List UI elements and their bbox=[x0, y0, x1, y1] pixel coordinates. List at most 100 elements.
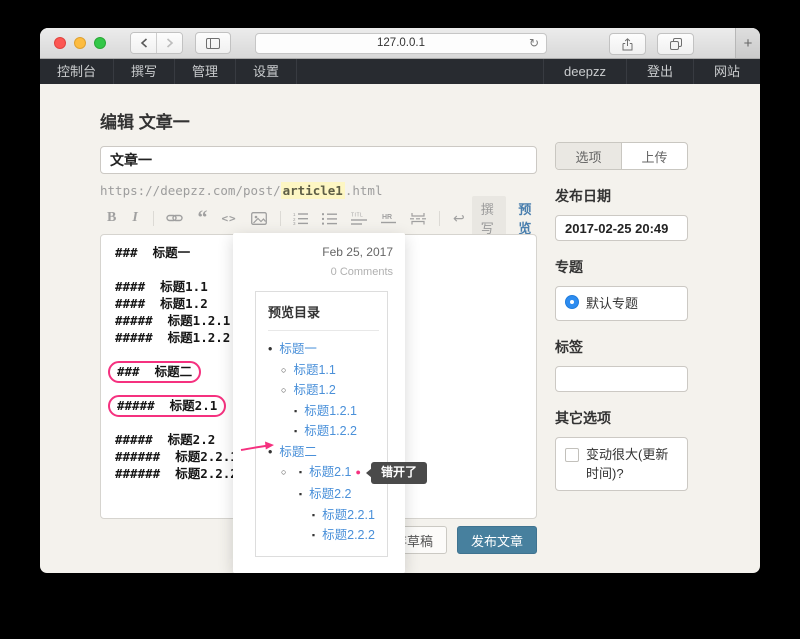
post-title-input[interactable] bbox=[100, 146, 537, 174]
tags-input[interactable] bbox=[555, 366, 688, 392]
heading-icon[interactable]: TITL bbox=[351, 212, 367, 225]
page-content: 编辑 文章一 https://deepzz.com/post/article1.… bbox=[40, 84, 760, 573]
nav-item-logout[interactable]: 登出 bbox=[626, 59, 693, 84]
unordered-list-icon[interactable] bbox=[322, 212, 337, 225]
toc-link-1-2[interactable]: 标题1.2 bbox=[293, 383, 335, 397]
back-button[interactable] bbox=[131, 33, 156, 53]
tab-upload[interactable]: 上传 bbox=[622, 143, 687, 169]
annotation-dot: ● bbox=[356, 467, 361, 477]
tab-options[interactable]: 选项 bbox=[556, 143, 622, 169]
nav-item-manage[interactable]: 管理 bbox=[175, 59, 236, 84]
chevron-left-icon bbox=[140, 38, 148, 48]
topic-option-box[interactable]: 默认专题 bbox=[555, 286, 688, 321]
sidebar-tabs: 选项 上传 bbox=[555, 142, 688, 170]
toc-item: 标题2.2 标题2.2.1 标题2.2.2 bbox=[299, 484, 427, 546]
nav-item-console[interactable]: 控制台 bbox=[40, 59, 114, 84]
address-bar[interactable]: 127.0.0.1 ↻ bbox=[255, 33, 547, 54]
italic-icon[interactable]: I bbox=[132, 210, 137, 226]
toolbar-divider bbox=[280, 211, 281, 226]
tabs-icon bbox=[670, 38, 682, 50]
bold-icon[interactable]: B bbox=[107, 210, 116, 226]
browser-window: 127.0.0.1 ↻ + 控制台 撰写 管理 设置 deepzz 登出 网站 … bbox=[40, 28, 760, 573]
share-button[interactable] bbox=[609, 33, 646, 55]
permalink-slug: article1 bbox=[281, 182, 345, 199]
image-icon[interactable] bbox=[251, 212, 267, 225]
app-nav: 控制台 撰写 管理 设置 deepzz 登出 网站 bbox=[40, 59, 760, 84]
annotation-circle-heading2: ### 标题二 bbox=[108, 361, 201, 383]
code-icon[interactable]: <> bbox=[221, 212, 236, 225]
nav-item-settings[interactable]: 设置 bbox=[236, 59, 297, 84]
preview-tab[interactable]: 预览 bbox=[518, 199, 535, 237]
close-window-button[interactable] bbox=[54, 37, 66, 49]
tags-label: 标签 bbox=[555, 337, 688, 357]
publish-date-input[interactable] bbox=[555, 215, 688, 241]
preview-comments-count: 0 Comments bbox=[233, 266, 393, 278]
nav-item-username[interactable]: deepzz bbox=[543, 59, 626, 84]
toc-link-1-1[interactable]: 标题1.1 bbox=[293, 363, 335, 377]
toc-link-1[interactable]: 标题一 bbox=[279, 342, 317, 356]
toc-link-2-2-1[interactable]: 标题2.2.1 bbox=[322, 508, 375, 522]
link-icon[interactable] bbox=[166, 212, 183, 224]
reload-icon[interactable]: ↻ bbox=[529, 34, 539, 53]
toc-item: 标题2.2.1 bbox=[312, 505, 427, 526]
toc-link-1-2-2[interactable]: 标题1.2.2 bbox=[304, 424, 357, 438]
toc-title: 预览目录 bbox=[268, 302, 383, 321]
checkbox-unchecked-icon[interactable] bbox=[565, 448, 579, 462]
major-change-label: 变动很大(更新时间)? bbox=[586, 445, 678, 483]
sidebar-icon bbox=[206, 38, 220, 49]
chrome-right-buttons bbox=[609, 33, 694, 55]
blockquote-icon[interactable]: “ bbox=[197, 212, 207, 224]
chevron-right-icon bbox=[166, 38, 174, 48]
major-change-option-box[interactable]: 变动很大(更新时间)? bbox=[555, 437, 688, 491]
horizontal-rule-icon[interactable]: HR bbox=[381, 212, 396, 225]
url-text: 127.0.0.1 bbox=[377, 37, 425, 49]
ordered-list-icon[interactable]: 123 bbox=[293, 212, 308, 225]
toc-link-2-2[interactable]: 标题2.2 bbox=[309, 487, 351, 501]
toc-item-empty: 标题2.1●错开了 标题2.2 标题2.2.1 标题2.2.2 bbox=[281, 462, 383, 546]
toc-item: 标题2.2.2 bbox=[312, 525, 427, 546]
forward-button[interactable] bbox=[156, 33, 182, 53]
zoom-window-button[interactable] bbox=[94, 37, 106, 49]
new-tab-button[interactable]: + bbox=[735, 28, 760, 58]
toc-divider bbox=[268, 330, 379, 331]
toc-link-1-2-1[interactable]: 标题1.2.1 bbox=[304, 404, 357, 418]
annotation-circle-heading21: ##### 标题2.1 bbox=[108, 395, 226, 417]
other-options-label: 其它选项 bbox=[555, 408, 688, 428]
toc-item: 标题二 标题2.1●错开了 标题2.2 标题2.2.1 bbox=[268, 442, 383, 546]
permalink-prefix: https://deepzz.com/post/ bbox=[100, 183, 281, 198]
undo-icon[interactable]: ↩ bbox=[453, 211, 465, 225]
minimize-window-button[interactable] bbox=[74, 37, 86, 49]
publish-button[interactable]: 发布文章 bbox=[457, 526, 537, 554]
toc-link-2-1[interactable]: 标题2.1 bbox=[309, 465, 351, 479]
page-title: 编辑 文章一 bbox=[100, 108, 537, 133]
page-break-icon[interactable] bbox=[410, 212, 426, 225]
toc-list: 标题一 标题1.1 标题1.2 标题1.2.1 标题1.2.2 bbox=[268, 339, 383, 546]
toc-link-2-2-2[interactable]: 标题2.2.2 bbox=[322, 528, 375, 542]
history-nav-group bbox=[130, 32, 183, 54]
toc-link-2[interactable]: 标题二 bbox=[279, 445, 317, 459]
share-icon bbox=[622, 38, 633, 51]
toc-box: 预览目录 标题一 标题1.1 标题1.2 标题1.2.1 标题1.2.2 bbox=[255, 291, 388, 557]
topic-option-label: 默认专题 bbox=[586, 294, 638, 313]
markdown-text: ### 标题一 #### 标题1.1 #### 标题1.2 ##### 标题1.… bbox=[115, 245, 230, 345]
annotation-arrow-icon bbox=[240, 440, 276, 453]
svg-text:TITL: TITL bbox=[351, 212, 363, 218]
topic-label: 专题 bbox=[555, 257, 688, 277]
sidebar-toggle-button[interactable] bbox=[195, 32, 231, 54]
annotation-tooltip: 错开了 bbox=[371, 462, 427, 484]
svg-text:HR: HR bbox=[382, 214, 392, 221]
radio-selected-icon[interactable] bbox=[565, 295, 579, 309]
tab-overview-button[interactable] bbox=[657, 33, 694, 55]
publish-date-label: 发布日期 bbox=[555, 186, 688, 206]
nav-item-website[interactable]: 网站 bbox=[693, 59, 760, 84]
nav-spacer bbox=[297, 59, 543, 84]
toc-item: 标题1.2.1 bbox=[294, 401, 383, 422]
nav-item-write[interactable]: 撰写 bbox=[114, 59, 175, 84]
preview-date: Feb 25, 2017 bbox=[233, 245, 393, 259]
editor-column: 编辑 文章一 https://deepzz.com/post/article1.… bbox=[100, 84, 537, 554]
preview-popup: Feb 25, 2017 0 Comments 预览目录 标题一 标题1.1 标… bbox=[233, 233, 405, 573]
markdown-toolbar: B I “ <> 123 TITL bbox=[100, 205, 537, 231]
permalink-suffix: .html bbox=[345, 183, 383, 198]
toolbar-divider bbox=[153, 211, 154, 226]
toolbar-divider bbox=[439, 211, 440, 226]
